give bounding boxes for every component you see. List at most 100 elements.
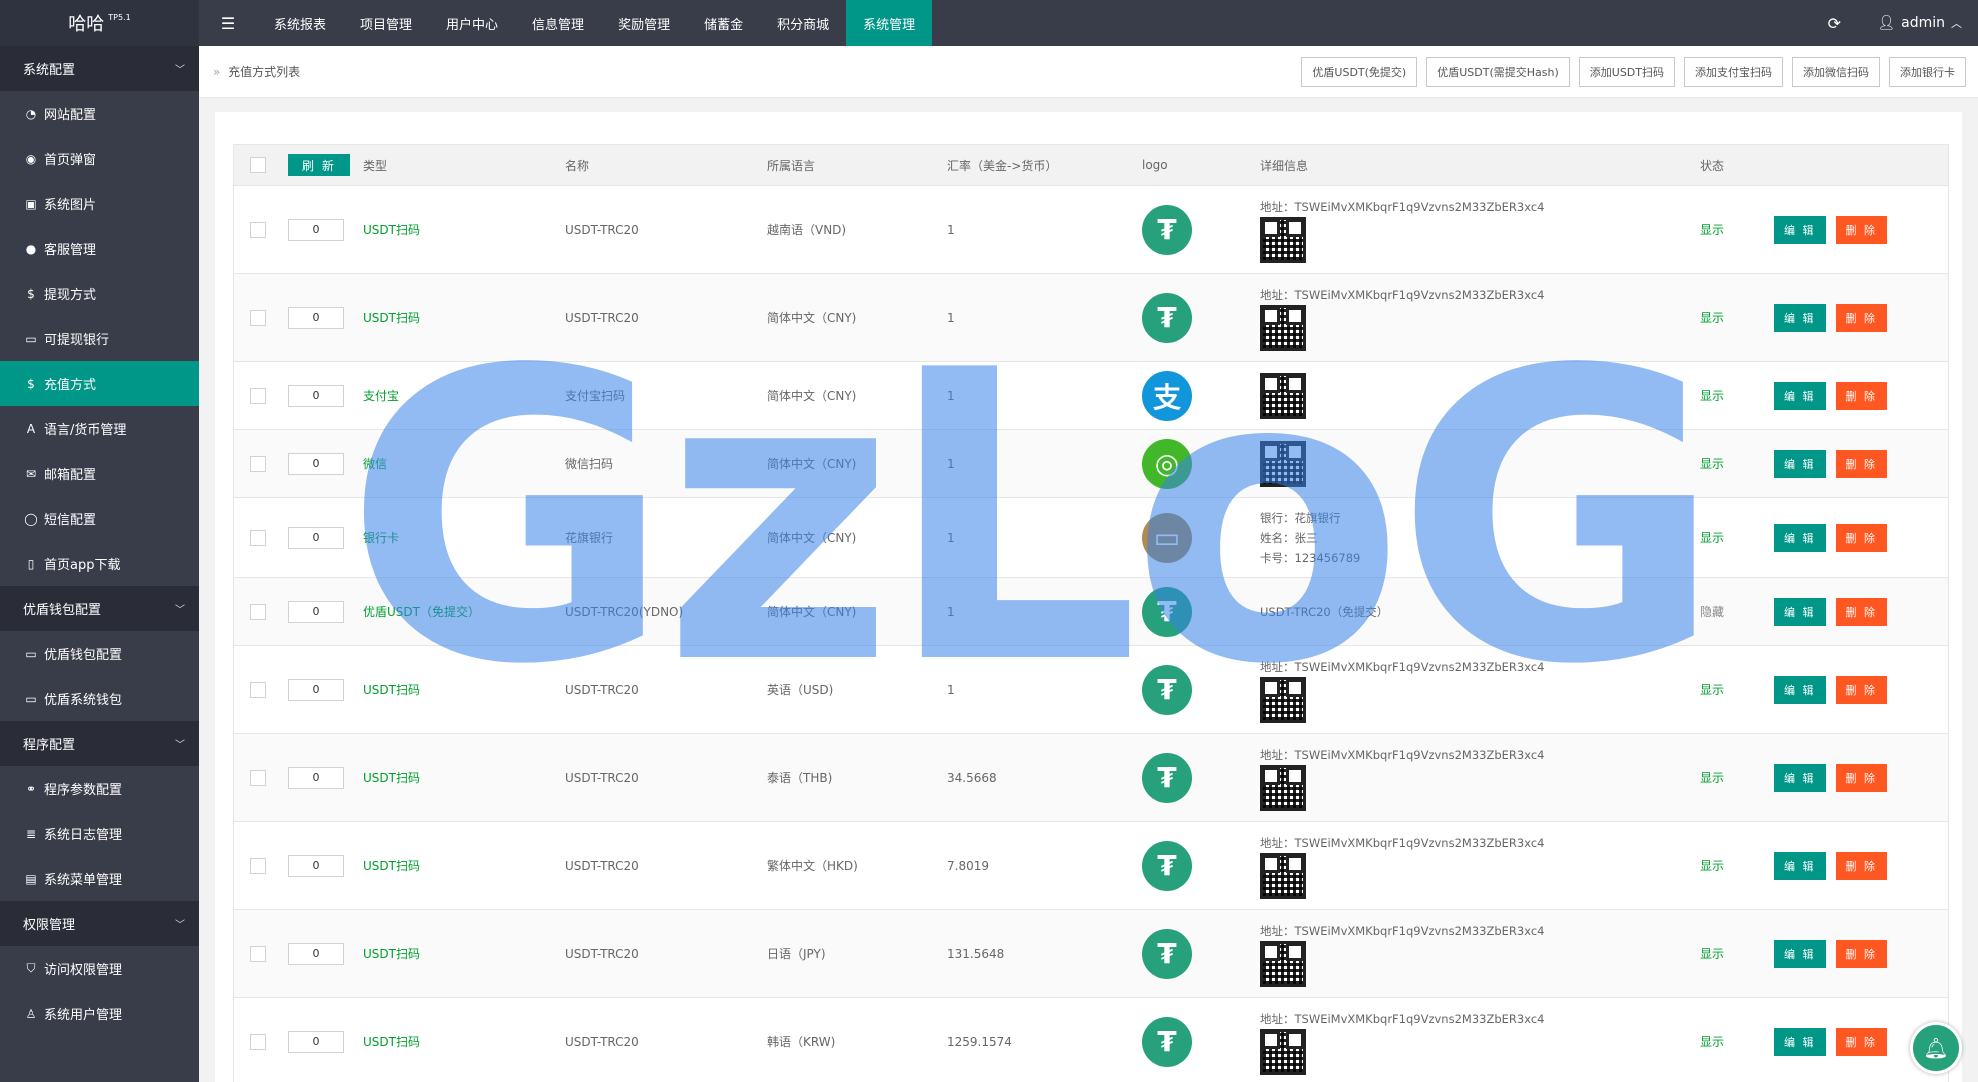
sidebar-group[interactable]: 优盾钱包配置 ﹀: [0, 586, 199, 631]
sort-input[interactable]: 0: [288, 306, 344, 329]
sidebar-item[interactable]: ▭ 优盾系统钱包: [0, 676, 199, 721]
sidebar-item[interactable]: ▯ 首页app下载: [0, 541, 199, 586]
row-checkbox[interactable]: [250, 769, 266, 786]
edit-button[interactable]: 编 辑: [1774, 523, 1826, 552]
sort-input[interactable]: 0: [288, 526, 344, 549]
image-icon: ▣: [25, 196, 37, 211]
detail-line: 地址：TSWEiMvXMKbqrF1q9Vzvns2M33ZbER3xc4: [1260, 1011, 1545, 1026]
edit-button[interactable]: 编 辑: [1774, 939, 1826, 968]
header-select-all[interactable]: [250, 145, 266, 185]
topnav-item[interactable]: 项目管理: [343, 0, 429, 46]
payment-methods-table: 刷 新 类型 名称 所属语言 汇率（美金->货币） logo 详细信息 状态 0…: [233, 144, 1949, 1082]
sidebar-group[interactable]: 程序配置 ﹀: [0, 721, 199, 766]
topnav-item[interactable]: 系统管理: [846, 0, 933, 46]
sidebar-item[interactable]: ◉ 首页弹窗: [0, 136, 199, 181]
row-checkbox[interactable]: [250, 529, 266, 546]
sidebar-item[interactable]: ▭ 优盾钱包配置: [0, 631, 199, 676]
toolbar-button[interactable]: 优盾USDT(需提交Hash): [1426, 56, 1570, 87]
edit-button[interactable]: 编 辑: [1774, 381, 1826, 410]
sidebar-item[interactable]: ⚭ 程序参数配置: [0, 766, 199, 811]
refresh-icon[interactable]: ⟳: [1807, 0, 1861, 46]
toolbar-button[interactable]: 添加微信扫码: [1792, 56, 1880, 87]
sort-input[interactable]: 0: [288, 452, 344, 475]
toolbar-button[interactable]: 添加支付宝扫码: [1684, 56, 1783, 87]
sidebar-item[interactable]: ◯ 短信配置: [0, 496, 199, 541]
toolbar-button[interactable]: 添加USDT扫码: [1578, 56, 1675, 87]
delete-button[interactable]: 删 除: [1835, 449, 1887, 478]
edit-button[interactable]: 编 辑: [1774, 675, 1826, 704]
delete-button[interactable]: 删 除: [1835, 675, 1887, 704]
menu-toggle-icon[interactable]: ☰: [199, 0, 257, 46]
row-lang: 越南语（VND): [767, 223, 847, 237]
edit-button[interactable]: 编 辑: [1774, 303, 1826, 332]
row-select: [250, 646, 266, 733]
edit-button[interactable]: 编 辑: [1774, 597, 1826, 626]
delete-button[interactable]: 删 除: [1835, 381, 1887, 410]
sort-input[interactable]: 0: [288, 218, 344, 241]
sidebar-item[interactable]: ♙ 系统用户管理: [0, 991, 199, 1036]
row-checkbox[interactable]: [250, 455, 266, 472]
refresh-button[interactable]: 刷 新: [288, 154, 350, 176]
sidebar-group[interactable]: 系统配置 ﹀: [0, 46, 199, 91]
row-checkbox[interactable]: [250, 221, 266, 238]
row-checkbox[interactable]: [250, 309, 266, 326]
delete-button[interactable]: 删 除: [1835, 523, 1887, 552]
sort-input[interactable]: 0: [288, 1030, 344, 1053]
sidebar-item[interactable]: ✉ 邮箱配置: [0, 451, 199, 496]
edit-button[interactable]: 编 辑: [1774, 851, 1826, 880]
row-sort: 0: [288, 430, 344, 497]
sidebar-group[interactable]: 权限管理 ﹀: [0, 901, 199, 946]
row-checkbox[interactable]: [250, 603, 266, 620]
toolbar-button[interactable]: 优盾USDT(免提交): [1301, 56, 1418, 87]
sidebar-item[interactable]: ≣ 系统日志管理: [0, 811, 199, 856]
sidebar-item[interactable]: ▣ 系统图片: [0, 181, 199, 226]
sort-input[interactable]: 0: [288, 942, 344, 965]
delete-button[interactable]: 删 除: [1835, 763, 1887, 792]
row-status: 显示: [1700, 531, 1725, 545]
topnav-item[interactable]: 奖励管理: [601, 0, 687, 46]
sidebar-item[interactable]: ● 客服管理: [0, 226, 199, 271]
row-detail: 地址：TSWEiMvXMKbqrF1q9Vzvns2M33ZbER3xc4: [1260, 646, 1544, 733]
edit-button[interactable]: 编 辑: [1774, 215, 1826, 244]
delete-button[interactable]: 删 除: [1835, 939, 1887, 968]
sort-input[interactable]: 0: [288, 600, 344, 623]
row-name: USDT-TRC20: [565, 682, 639, 697]
sort-input[interactable]: 0: [288, 766, 344, 789]
sidebar-item[interactable]: $ 充值方式: [0, 361, 199, 406]
delete-button[interactable]: 删 除: [1835, 1027, 1887, 1056]
sort-input[interactable]: 0: [288, 384, 344, 407]
toolbar-button[interactable]: 添加银行卡: [1889, 56, 1966, 87]
brand-logo[interactable]: 哈哈 TP5.1: [0, 0, 199, 46]
sort-input[interactable]: 0: [288, 678, 344, 701]
sidebar-item-label: 提现方式: [44, 288, 97, 303]
row-checkbox[interactable]: [250, 681, 266, 698]
delete-button[interactable]: 删 除: [1835, 215, 1887, 244]
edit-button[interactable]: 编 辑: [1774, 1027, 1826, 1056]
sidebar-item[interactable]: A 语言/货币管理: [0, 406, 199, 451]
topnav-item[interactable]: 积分商城: [760, 0, 846, 46]
row-checkbox[interactable]: [250, 387, 266, 404]
edit-button[interactable]: 编 辑: [1774, 449, 1826, 478]
row-checkbox[interactable]: [250, 945, 266, 962]
row-checkbox[interactable]: [250, 1033, 266, 1050]
float-bell-icon[interactable]: 🔔︎: [1910, 1022, 1962, 1074]
sidebar-item[interactable]: ⛉ 访问权限管理: [0, 946, 199, 991]
chevron-down-icon: ﹀: [175, 65, 185, 76]
select-all-checkbox[interactable]: [250, 157, 266, 173]
sort-input[interactable]: 0: [288, 854, 344, 877]
user-menu[interactable]: 👤︎ admin ︿: [1861, 0, 1978, 46]
delete-button[interactable]: 删 除: [1835, 597, 1887, 626]
top-nav: 系统报表 项目管理 用户中心 信息管理 奖励管理 储蓄金 积分商城 系统管理: [257, 0, 933, 46]
topnav-item[interactable]: 系统报表: [257, 0, 343, 46]
sidebar-item[interactable]: ▤ 系统菜单管理: [0, 856, 199, 901]
sidebar-item[interactable]: ◔ 网站配置: [0, 91, 199, 136]
edit-button[interactable]: 编 辑: [1774, 763, 1826, 792]
row-checkbox[interactable]: [250, 857, 266, 874]
delete-button[interactable]: 删 除: [1835, 851, 1887, 880]
sidebar-item[interactable]: ▭ 可提现银行: [0, 316, 199, 361]
delete-button[interactable]: 删 除: [1835, 303, 1887, 332]
sidebar-item[interactable]: $ 提现方式: [0, 271, 199, 316]
topnav-item[interactable]: 用户中心: [429, 0, 515, 46]
topnav-item[interactable]: 信息管理: [515, 0, 601, 46]
topnav-item[interactable]: 储蓄金: [687, 0, 760, 46]
